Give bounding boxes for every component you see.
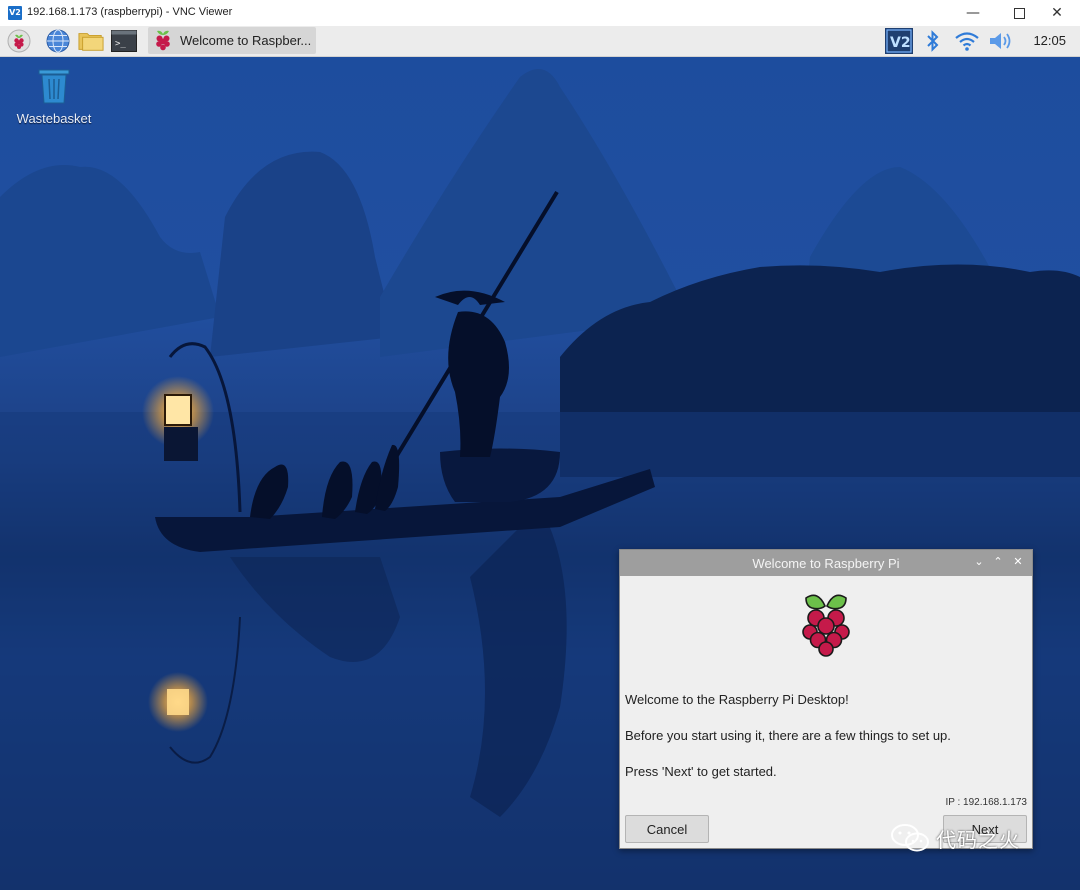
applications-menu-button[interactable] xyxy=(6,29,32,53)
file-manager-button[interactable] xyxy=(78,29,104,53)
dialog-next-hint-text: Press 'Next' to get started. xyxy=(625,764,777,779)
close-icon: ✕ xyxy=(1013,555,1023,568)
watermark: 代码之火 xyxy=(890,822,1020,854)
svg-text:>_: >_ xyxy=(115,39,126,49)
volume-icon xyxy=(990,33,1011,49)
minimize-button[interactable]: — xyxy=(950,0,996,26)
watermark-text: 代码之火 xyxy=(936,827,1020,852)
trash-icon xyxy=(38,69,70,104)
wifi-icon xyxy=(955,32,979,51)
volume-tray-button[interactable] xyxy=(986,28,1016,54)
desktop-icon-wastebasket[interactable]: Wastebasket xyxy=(12,67,96,126)
chevron-up-icon: ⌃ xyxy=(993,555,1003,568)
wechat-icon xyxy=(891,824,929,852)
minimize-icon: — xyxy=(966,5,980,21)
bluetooth-tray-button[interactable] xyxy=(920,28,946,54)
raspberry-pi-logo xyxy=(802,594,850,657)
vnc-window-titlebar[interactable]: V2 192.168.1.173 (raspberrypi) - VNC Vie… xyxy=(0,0,1080,27)
dialog-titlebar[interactable]: Welcome to Raspberry Pi ⌄ ⌃ ✕ xyxy=(620,550,1032,576)
dialog-welcome-text: Welcome to the Raspberry Pi Desktop! xyxy=(625,692,849,707)
close-button[interactable]: ✕ xyxy=(1034,0,1080,26)
terminal-button[interactable]: >_ xyxy=(111,29,137,53)
maximize-icon xyxy=(1013,7,1025,19)
web-browser-button[interactable] xyxy=(45,29,71,53)
file-manager-icon xyxy=(78,33,104,51)
close-icon: ✕ xyxy=(1051,5,1063,21)
desktop-icon-label: Wastebasket xyxy=(16,111,92,126)
vnc-server-tray-button[interactable]: V2 xyxy=(884,28,914,54)
terminal-icon: >_ xyxy=(111,30,137,52)
dialog-setup-text: Before you start using it, there are a f… xyxy=(625,728,951,743)
dialog-maximize-button[interactable]: ⌃ xyxy=(991,555,1005,569)
cancel-button[interactable]: Cancel xyxy=(625,815,709,843)
taskbar-clock[interactable]: 12:05 xyxy=(1033,33,1066,48)
bluetooth-icon xyxy=(927,30,939,52)
window-title: 192.168.1.173 (raspberrypi) - VNC Viewer xyxy=(27,6,233,18)
raspberry-pi-icon xyxy=(156,30,170,50)
taskbar-task-welcome[interactable]: Welcome to Raspber... xyxy=(148,27,316,54)
dialog-title: Welcome to Raspberry Pi xyxy=(752,556,900,571)
chevron-down-icon: ⌄ xyxy=(974,555,984,568)
vnc-server-icon: V2 xyxy=(885,28,913,54)
svg-text:V2: V2 xyxy=(890,35,911,51)
vnc-viewer-logo-icon: V2 xyxy=(8,6,22,20)
taskbar-task-label: Welcome to Raspber... xyxy=(180,33,312,48)
dialog-minimize-button[interactable]: ⌄ xyxy=(972,555,986,569)
web-browser-icon xyxy=(46,29,70,53)
pi-taskbar: >_ Welcome to Raspber... V2 12:05 xyxy=(0,26,1080,57)
dialog-close-button[interactable]: ✕ xyxy=(1011,555,1025,569)
dialog-ip-address: IP : 192.168.1.173 xyxy=(945,797,1027,808)
wifi-tray-button[interactable] xyxy=(952,28,982,54)
welcome-dialog: Welcome to Raspberry Pi ⌄ ⌃ ✕ Welcome to… xyxy=(619,549,1033,849)
raspberry-menu-icon xyxy=(7,29,31,53)
